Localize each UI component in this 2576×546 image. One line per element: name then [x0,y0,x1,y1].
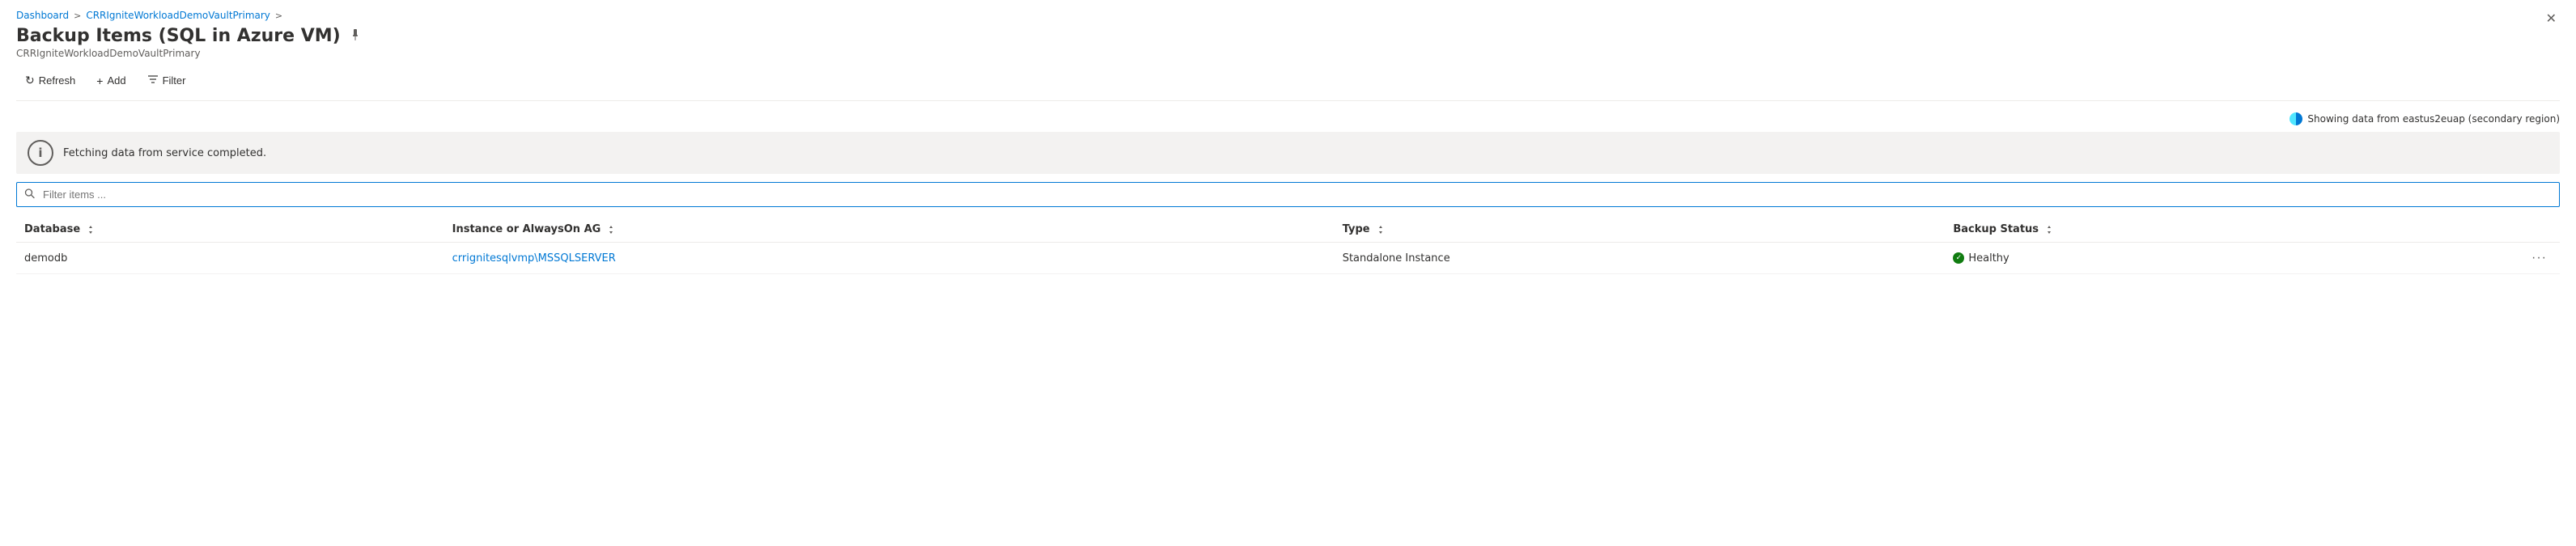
col-database: Database [16,217,444,243]
col-instance: Instance or AlwaysOn AG [444,217,1335,243]
more-options-button[interactable]: ··· [2527,249,2552,267]
pin-icon[interactable] [349,28,362,44]
toolbar: ↻ Refresh + Add Filter [16,69,2560,101]
backup-items-table: Database Instance or AlwaysOn AG [16,217,2560,274]
globe-icon [2290,112,2302,125]
healthy-badge: Healthy [1953,252,2510,265]
filter-label: Filter [163,74,186,87]
col-type: Type [1335,217,1946,243]
secondary-region-text: Showing data from eastus2euap (secondary… [2307,113,2560,125]
info-bar: i Fetching data from service completed. [16,132,2560,174]
add-label: Add [107,74,125,87]
info-icon: i [28,140,53,166]
cell-backup-status: Healthy [1945,243,2519,274]
sort-database-icon[interactable] [87,225,95,235]
search-icon [24,188,35,201]
filter-input-wrap [16,182,2560,207]
sort-instance-icon[interactable] [607,225,615,235]
breadcrumb-dashboard[interactable]: Dashboard [16,10,69,21]
breadcrumb: Dashboard > CRRIgniteWorkloadDemoVaultPr… [16,10,2560,21]
filter-input[interactable] [16,182,2560,207]
table-header-row: Database Instance or AlwaysOn AG [16,217,2560,243]
cell-database: demodb [16,243,444,274]
refresh-icon: ↻ [25,74,35,87]
secondary-region-bar: Showing data from eastus2euap (secondary… [16,112,2560,125]
title-row: Backup Items (SQL in Azure VM) [16,26,2560,46]
main-container: Dashboard > CRRIgniteWorkloadDemoVaultPr… [0,0,2576,274]
add-icon: + [96,74,103,87]
sort-status-icon[interactable] [2045,225,2053,235]
col-actions [2519,217,2560,243]
backup-status-text: Healthy [1968,252,2009,265]
healthy-dot-icon [1953,252,1964,264]
col-backup-status: Backup Status [1945,217,2519,243]
page-subtitle: CRRIgniteWorkloadDemoVaultPrimary [16,48,2560,59]
page-title: Backup Items (SQL in Azure VM) [16,26,341,46]
close-button[interactable]: ✕ [2543,10,2560,29]
info-message: Fetching data from service completed. [63,147,266,159]
instance-link[interactable]: crrignitesqlvmp\MSSQLSERVER [452,252,616,265]
refresh-label: Refresh [39,74,76,87]
sort-type-icon[interactable] [1377,225,1385,235]
refresh-button[interactable]: ↻ Refresh [16,69,84,92]
cell-more: ··· [2519,243,2560,274]
table-row: demodb crrignitesqlvmp\MSSQLSERVER Stand… [16,243,2560,274]
breadcrumb-sep-1: > [74,11,81,21]
breadcrumb-vault[interactable]: CRRIgniteWorkloadDemoVaultPrimary [86,10,270,21]
breadcrumb-sep-2: > [275,11,282,21]
cell-type: Standalone Instance [1335,243,1946,274]
filter-icon [147,74,159,87]
add-button[interactable]: + Add [87,70,134,92]
cell-instance: crrignitesqlvmp\MSSQLSERVER [444,243,1335,274]
filter-button[interactable]: Filter [138,69,195,92]
